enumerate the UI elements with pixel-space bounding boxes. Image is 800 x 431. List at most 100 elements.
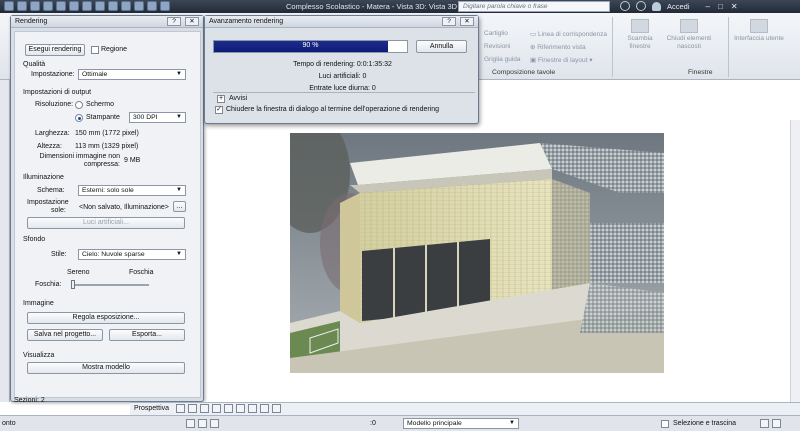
artificial-lights-count: Luci artificiali: 0 xyxy=(318,73,367,80)
visual-style-icon[interactable] xyxy=(188,404,197,413)
save-to-project-button[interactable]: Salva nel progetto... xyxy=(27,329,103,341)
sun-setting-more-button[interactable]: ... xyxy=(173,201,186,212)
view-cube-icon[interactable] xyxy=(176,404,185,413)
user-interface-icon xyxy=(750,19,768,33)
help-icon[interactable]: ? xyxy=(167,17,181,26)
temporary-hide-icon[interactable] xyxy=(260,404,269,413)
crop-icon[interactable] xyxy=(236,404,245,413)
run-rendering-button[interactable]: Esegui rendering xyxy=(25,44,85,56)
minimize-icon[interactable]: – xyxy=(706,2,710,11)
sign-in-link[interactable]: Accedi xyxy=(667,2,690,11)
section-icon[interactable] xyxy=(121,1,131,11)
switch-windows-button[interactable]: Scambia finestre xyxy=(618,19,662,51)
printer-label: Stampante xyxy=(86,114,120,121)
maximize-icon[interactable]: □ xyxy=(718,2,723,11)
haze-slider-track[interactable] xyxy=(71,284,149,286)
user-icon[interactable] xyxy=(652,1,661,11)
lock-icon[interactable] xyxy=(248,404,257,413)
chevron-down-icon: ▼ xyxy=(176,187,182,193)
adjust-exposure-button[interactable]: Regola esposizione... xyxy=(27,312,185,324)
quality-setting-select[interactable]: Ottimale ▼ xyxy=(78,69,186,80)
dpi-select[interactable]: 300 DPI ▼ xyxy=(129,112,186,123)
view-control-icons xyxy=(176,404,281,413)
artificial-lights-button[interactable]: Luci artificiali... xyxy=(27,217,185,229)
lighting-section-title: Illuminazione xyxy=(23,174,64,181)
ribbon-item-finestre-layout[interactable]: ▣ Finestre di layout ▾ xyxy=(530,56,593,64)
screen-radio[interactable] xyxy=(75,101,83,109)
open-icon[interactable] xyxy=(17,1,27,11)
user-interface-button[interactable]: Interfaccia utente xyxy=(734,19,784,43)
height-label: Altezza: xyxy=(37,143,62,150)
sun-path-icon[interactable] xyxy=(200,404,209,413)
search-input[interactable]: Digitare parola chiave o frase xyxy=(458,1,610,12)
image-section-title: Immagine xyxy=(23,300,54,307)
ribbon-separator xyxy=(612,17,613,77)
match-line-icon: ▭ xyxy=(530,31,538,38)
expand-icon[interactable]: + xyxy=(217,95,225,103)
3d-view-icon[interactable] xyxy=(108,1,118,11)
cancel-button[interactable]: Annulla xyxy=(416,40,467,53)
close-on-finish-checkbox[interactable]: ✓ xyxy=(215,106,223,114)
design-options-icon[interactable] xyxy=(210,419,219,428)
close-icon[interactable]: ✕ xyxy=(460,17,474,26)
status-icons xyxy=(186,419,219,428)
save-icon[interactable] xyxy=(30,1,40,11)
chevron-down-icon: ▼ xyxy=(176,251,182,257)
haze-label: Foschia xyxy=(129,269,154,276)
model-select[interactable]: Modello principale ▼ xyxy=(403,418,519,429)
worksets-icon[interactable] xyxy=(186,419,195,428)
background-section-title: Sfondo xyxy=(23,236,46,243)
filter-icon[interactable] xyxy=(760,419,769,428)
select-drag-checkbox[interactable] xyxy=(661,420,669,428)
resolution-label: Risoluzione: xyxy=(35,101,74,108)
ribbon-item-riferimento-vista[interactable]: ⊕ Riferimento vista xyxy=(530,43,586,51)
ribbon-group-finestre: Finestre xyxy=(688,69,713,76)
close-hidden-icon xyxy=(680,19,698,33)
close-icon[interactable]: ✕ xyxy=(185,17,199,26)
chevron-down-icon: ▼ xyxy=(176,71,182,77)
progress-percent: 90 % xyxy=(302,42,319,49)
rendering-dialog: Rendering ? ✕ Esegui rendering Regione Q… xyxy=(10,15,204,402)
export-button[interactable]: Esporta... xyxy=(109,329,185,341)
measure-icon[interactable] xyxy=(69,1,79,11)
close-hidden-icon[interactable] xyxy=(147,1,157,11)
search-icon[interactable] xyxy=(620,1,630,11)
ribbon-separator xyxy=(728,17,729,77)
text-icon[interactable] xyxy=(95,1,105,11)
ribbon-item-cartiglio[interactable]: Cartiglio xyxy=(484,30,508,37)
close-icon[interactable]: ✕ xyxy=(731,2,738,11)
undo-icon[interactable] xyxy=(43,1,53,11)
view-control-bar: Prospettiva xyxy=(130,402,800,415)
tag-icon[interactable] xyxy=(82,1,92,11)
rendering-panel: Esegui rendering Regione Qualità Imposta… xyxy=(14,31,201,398)
quality-section-title: Qualità xyxy=(23,61,46,68)
haze-slider-thumb[interactable] xyxy=(71,280,75,289)
vertical-scrollbar[interactable] xyxy=(790,120,800,402)
ribbon-item-linea-corrispondenza[interactable]: ▭ Linea di corrispondenza xyxy=(530,30,607,38)
rendering-icon[interactable] xyxy=(224,404,233,413)
printer-radio[interactable] xyxy=(75,114,83,122)
help-icon[interactable]: ? xyxy=(442,17,456,26)
redo-icon[interactable] xyxy=(56,1,66,11)
switch-windows-icon[interactable] xyxy=(160,1,170,11)
chevron-down-icon: ▼ xyxy=(509,420,515,426)
app-menu-icon[interactable] xyxy=(4,1,14,11)
background-style-select[interactable]: Cielo: Nuvole sparse ▼ xyxy=(78,249,186,260)
viewports-icon: ▣ xyxy=(530,57,538,64)
subscription-icon[interactable] xyxy=(636,1,646,11)
show-model-button[interactable]: Mostra modello xyxy=(27,362,185,374)
close-hidden-button[interactable]: Chiudi elementi nascosti xyxy=(664,19,714,51)
quick-access-toolbar xyxy=(4,1,170,11)
editable-only-icon[interactable] xyxy=(198,419,207,428)
project-browser-edge xyxy=(0,80,10,402)
region-checkbox[interactable] xyxy=(91,46,99,54)
sun-label-line2: sole: xyxy=(51,207,66,214)
reveal-hidden-icon[interactable] xyxy=(272,404,281,413)
select-links-icon[interactable] xyxy=(772,419,781,428)
ribbon-item-revisioni[interactable]: Revisioni xyxy=(484,43,510,50)
ribbon-item-griglia-guida[interactable]: Griglia guida xyxy=(484,56,521,63)
scheme-select[interactable]: Esterni: solo sole ▼ xyxy=(78,185,186,196)
thin-lines-icon[interactable] xyxy=(134,1,144,11)
shadows-icon[interactable] xyxy=(212,404,221,413)
rendered-image xyxy=(290,133,664,373)
